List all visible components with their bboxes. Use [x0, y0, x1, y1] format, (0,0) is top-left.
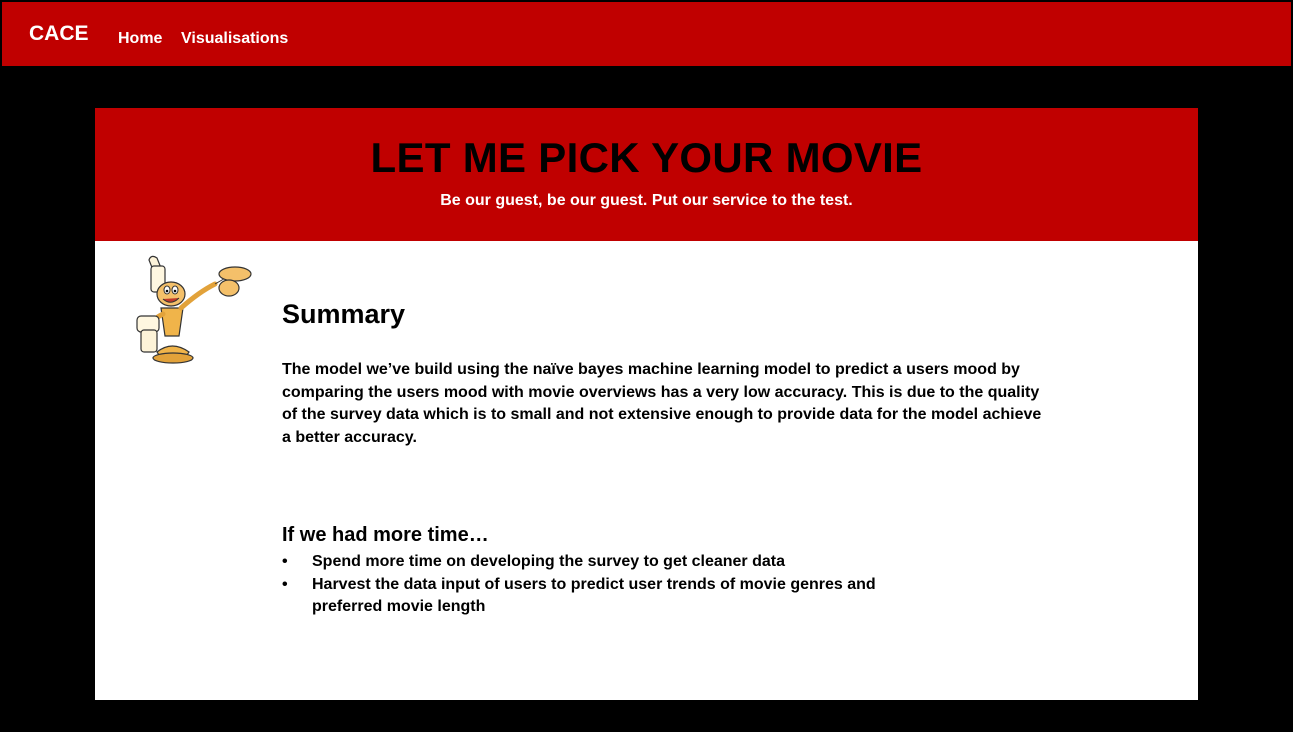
nav-link-home[interactable]: Home	[118, 30, 162, 48]
list-item-text: Spend more time on developing the survey…	[312, 553, 785, 570]
list-item: • Harvest the data input of users to pre…	[282, 574, 922, 619]
candelabra-mascot-image	[136, 255, 252, 364]
more-time-list: • Spend more time on developing the surv…	[282, 551, 922, 619]
bullet-icon: •	[282, 575, 288, 593]
page-subtitle: Be our guest, be our guest. Put our serv…	[440, 192, 853, 209]
list-item: • Spend more time on developing the surv…	[282, 551, 922, 574]
list-item-text: Harvest the data input of users to predi…	[312, 575, 876, 616]
page-title: LET ME PICK YOUR MOVIE	[370, 134, 923, 181]
brand-link[interactable]: CACE	[29, 22, 89, 46]
summary-heading: Summary	[282, 299, 406, 329]
more-time-heading: If we had more time…	[282, 524, 489, 546]
content-card: LET ME PICK YOUR MOVIE Be our guest, be …	[95, 108, 1198, 700]
hero-banner: LET ME PICK YOUR MOVIE Be our guest, be …	[95, 108, 1198, 241]
bullet-icon: •	[282, 553, 288, 570]
nav-link-visualisations[interactable]: Visualisations	[181, 30, 288, 48]
top-navbar: CACE Home Visualisations	[2, 2, 1291, 66]
summary-paragraph: The model we’ve build using the naïve ba…	[282, 361, 1042, 446]
